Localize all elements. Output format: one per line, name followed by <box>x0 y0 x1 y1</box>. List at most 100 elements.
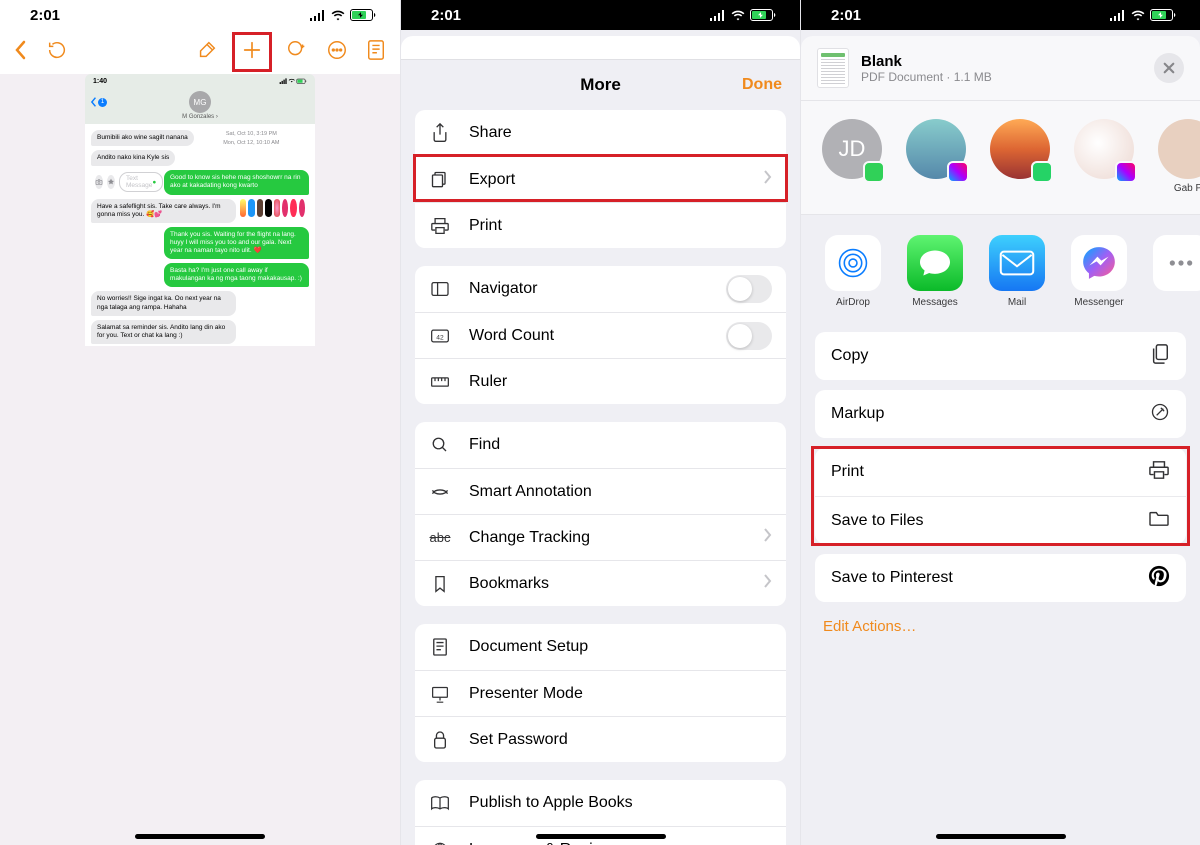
app-airdrop[interactable]: AirDrop <box>823 235 883 308</box>
messenger-badge-icon <box>1115 161 1137 183</box>
chat-header: 1 MG M Gonzales › <box>85 89 315 124</box>
row-bookmarks[interactable]: Bookmarks <box>415 560 786 606</box>
bookmark-icon <box>429 575 451 593</box>
collab-icon[interactable] <box>286 39 308 66</box>
send-voice-icon[interactable]: ● <box>152 179 156 186</box>
brush-icon[interactable] <box>196 39 218 66</box>
msg-in[interactable]: No worries!! Sige ingat ka. Oo next year… <box>91 291 236 315</box>
msg-out[interactable]: Basta ha? I'm just one call away if maku… <box>164 263 309 287</box>
row-share[interactable]: Share <box>415 110 786 156</box>
change-tracking-icon: abc <box>429 530 451 545</box>
row-smart-annotation[interactable]: Smart Annotation <box>415 468 786 514</box>
row-copy[interactable]: Copy <box>815 332 1186 380</box>
document-icon[interactable] <box>366 39 386 66</box>
contact-2[interactable] <box>905 119 967 194</box>
row-label: Document Setup <box>469 638 772 656</box>
document-canvas[interactable]: 1:40 1 MG M Gonzales › Bumibili ako wine… <box>0 74 400 845</box>
messenger-badge-icon <box>947 161 969 183</box>
inner-indicators <box>279 78 307 87</box>
group-share: Share Export Print <box>415 110 786 248</box>
print-icon <box>429 217 451 235</box>
status-time: 2:01 <box>431 7 461 24</box>
contact-4[interactable] <box>1073 119 1135 194</box>
row-label: Save to Pinterest <box>831 569 953 587</box>
row-presenter-mode[interactable]: Presenter Mode <box>415 670 786 716</box>
home-indicator[interactable] <box>936 834 1066 839</box>
share-header-text: Blank PDF Document · 1.1 MB <box>861 53 992 84</box>
back-icon[interactable] <box>14 40 28 65</box>
messages-badge-icon <box>863 161 885 183</box>
row-ruler[interactable]: Ruler <box>415 358 786 404</box>
row-word-count[interactable]: 42 Word Count <box>415 312 786 358</box>
dock-app-icon[interactable] <box>282 199 288 217</box>
app-messages[interactable]: Messages <box>905 235 965 308</box>
app-label: AirDrop <box>836 297 870 308</box>
row-label: Save to Files <box>831 512 923 530</box>
app-dock <box>236 197 309 220</box>
avatar[interactable]: MG <box>189 91 211 113</box>
message-input[interactable]: Text Message● <box>119 172 163 192</box>
row-print[interactable]: Print <box>415 202 786 248</box>
status-time: 2:01 <box>30 7 60 24</box>
contacts-row[interactable]: JD Gab P <box>801 101 1200 215</box>
msg-in[interactable]: Andito nako kina Kyle sis <box>91 150 175 166</box>
book-icon <box>429 795 451 811</box>
row-markup[interactable]: Markup <box>815 390 1186 438</box>
contact-3[interactable] <box>989 119 1051 194</box>
toggle-off[interactable] <box>726 322 772 350</box>
edit-actions-link[interactable]: Edit Actions… <box>801 602 1200 651</box>
chat-input-bar: Text Message● <box>91 168 164 194</box>
undo-icon[interactable] <box>46 39 68 66</box>
dock-music-icon[interactable] <box>290 199 296 217</box>
dock-app-icon[interactable] <box>299 199 305 217</box>
sheet-handle[interactable] <box>401 36 800 60</box>
embedded-screenshot[interactable]: 1:40 1 MG M Gonzales › Bumibili ako wine… <box>85 74 315 346</box>
dock-appstore-icon[interactable] <box>248 199 254 217</box>
apps-row[interactable]: AirDrop Messages Mail Messenger <box>801 215 1200 322</box>
ruler-icon <box>429 375 451 389</box>
camera-icon[interactable] <box>95 175 103 189</box>
msg-in[interactable]: Have a safeflight sis. Take care always.… <box>91 199 236 223</box>
contact-jd[interactable]: JD <box>821 119 883 194</box>
msg-in[interactable]: Salamat sa reminder sis. Andito lang din… <box>91 320 236 344</box>
done-button[interactable]: Done <box>742 76 782 94</box>
app-label: Mail <box>1008 297 1026 308</box>
msg-out[interactable]: Thank you sis. Waiting for the flight na… <box>164 227 309 259</box>
share-icon <box>429 123 451 143</box>
whatsapp-badge-icon <box>1031 161 1053 183</box>
row-publish-apple-books[interactable]: Publish to Apple Books <box>415 780 786 826</box>
dock-photos-icon[interactable] <box>240 199 246 217</box>
row-save-to-files[interactable]: Save to Files <box>815 496 1186 544</box>
row-navigator[interactable]: Navigator <box>415 266 786 312</box>
contact-name[interactable]: M Gonzales › <box>182 114 218 120</box>
row-print[interactable]: Print <box>815 448 1186 496</box>
dock-memoji-icon[interactable] <box>265 199 271 217</box>
app-mail[interactable]: Mail <box>987 235 1047 308</box>
appstore-icon[interactable] <box>107 175 115 189</box>
row-change-tracking[interactable]: abc Change Tracking <box>415 514 786 560</box>
row-set-password[interactable]: Set Password <box>415 716 786 762</box>
toggle-off[interactable] <box>726 275 772 303</box>
close-button[interactable] <box>1154 53 1184 83</box>
chat-back[interactable]: 1 <box>91 97 107 107</box>
more-apps-icon <box>1153 235 1200 291</box>
dock-app-icon[interactable] <box>257 199 263 217</box>
msg-out[interactable]: Good to know sis hehe mag shoshowrr na r… <box>164 170 309 194</box>
contact-5[interactable]: Gab P <box>1157 119 1200 194</box>
app-messenger[interactable]: Messenger <box>1069 235 1129 308</box>
avatar <box>1158 119 1200 179</box>
app-more[interactable] <box>1151 235 1200 308</box>
status-bar: 2:01 <box>0 0 400 30</box>
home-indicator[interactable] <box>135 834 265 839</box>
msg-in[interactable]: Bumibili ako wine sagilt nanana <box>91 130 194 146</box>
row-find[interactable]: Find <box>415 422 786 468</box>
more-icon[interactable] <box>326 39 348 66</box>
editor-toolbar <box>0 30 400 74</box>
row-save-to-pinterest[interactable]: Save to Pinterest <box>815 554 1186 602</box>
row-label: Publish to Apple Books <box>469 794 772 812</box>
plus-icon[interactable] <box>241 39 263 66</box>
row-document-setup[interactable]: Document Setup <box>415 624 786 670</box>
home-indicator[interactable] <box>536 834 666 839</box>
dock-app-icon[interactable] <box>274 199 280 217</box>
row-export[interactable]: Export <box>415 156 786 202</box>
